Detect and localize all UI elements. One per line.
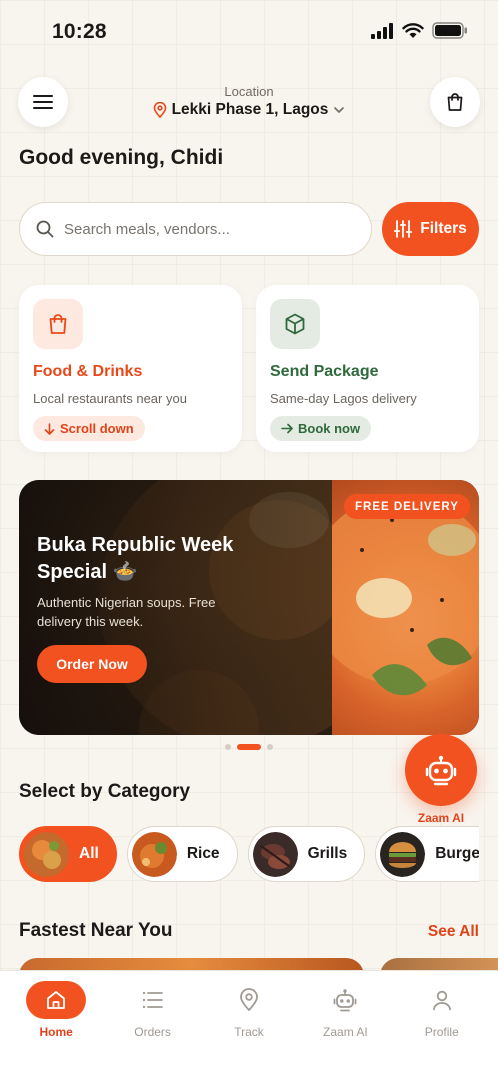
book-now-pill[interactable]: Book now	[270, 416, 372, 441]
filters-button[interactable]: Filters	[382, 202, 479, 256]
sliders-icon	[394, 220, 413, 238]
see-all-link[interactable]: See All	[428, 923, 479, 941]
category-section-title: Select by Category	[19, 781, 191, 802]
free-delivery-badge: FREE DELIVERY	[344, 494, 470, 519]
search-bar[interactable]	[19, 202, 372, 256]
category-chip-label: Burgers	[435, 845, 479, 862]
cart-button[interactable]	[430, 77, 480, 127]
burgers-category-image	[380, 831, 426, 877]
food-card-title: Food & Drinks	[33, 363, 143, 380]
home-icon	[47, 991, 66, 1009]
status-time: 10:28	[52, 20, 107, 43]
carousel-dot[interactable]	[225, 744, 231, 750]
category-chip-all[interactable]: All	[19, 826, 117, 882]
package-card-title: Send Package	[270, 363, 379, 380]
robot-icon	[333, 989, 357, 1012]
nav-profile[interactable]: Profile	[399, 981, 485, 1080]
send-package-card[interactable]: Send Package Same-day Lagos delivery Boo…	[256, 285, 479, 452]
package-icon-tile	[270, 299, 320, 349]
greeting: Good evening, Chidi	[19, 146, 224, 169]
scroll-down-pill[interactable]: Scroll down	[33, 416, 145, 441]
nav-track[interactable]: Track	[206, 981, 292, 1080]
nav-zaam-ai[interactable]: Zaam AI	[302, 981, 388, 1080]
order-now-button[interactable]: Order Now	[37, 645, 147, 683]
nav-label: Profile	[424, 1025, 459, 1039]
shopping-bag-icon	[49, 314, 67, 334]
nav-icon-wrap	[123, 981, 183, 1019]
status-icons	[370, 22, 468, 39]
carousel-dot-active[interactable]	[237, 744, 261, 750]
category-chips: All Rice Grills Burgers	[19, 826, 479, 886]
zaam-ai-label: Zaam AI	[417, 811, 465, 825]
nav-icon-wrap	[26, 981, 87, 1019]
all-category-image	[24, 831, 69, 877]
category-chip-grills[interactable]: Grills	[247, 826, 366, 882]
banner-title: Buka Republic Week Special 🍲	[37, 534, 234, 583]
promo-banner[interactable]: Buka Republic Week Special 🍲 Authentic N…	[19, 480, 479, 735]
nav-label: Orders	[134, 1025, 171, 1039]
arrow-down-icon	[44, 422, 55, 435]
grills-category-image	[252, 831, 298, 877]
shopping-bag-icon	[447, 93, 463, 111]
food-card-subtitle: Local restaurants near you	[33, 391, 187, 406]
nav-icon-wrap	[412, 981, 472, 1019]
package-icon	[285, 313, 305, 335]
user-icon	[432, 990, 451, 1011]
nav-icon-wrap	[315, 981, 375, 1019]
robot-icon	[425, 755, 457, 786]
category-chip-burgers[interactable]: Burgers	[375, 826, 479, 882]
package-card-subtitle: Same-day Lagos delivery	[270, 391, 417, 406]
search-input[interactable]	[64, 220, 344, 238]
arrow-right-icon	[281, 423, 293, 434]
nav-orders[interactable]: Orders	[110, 981, 196, 1080]
fastest-section-title: Fastest Near You	[19, 920, 173, 941]
nav-label: Home	[39, 1025, 73, 1039]
chevron-down-icon	[334, 107, 345, 114]
food-drinks-card[interactable]: Food & Drinks Local restaurants near you…	[19, 285, 242, 452]
map-pin-icon	[240, 988, 258, 1012]
location-value: Lekki Phase 1, Lagos	[171, 101, 329, 118]
search-icon	[36, 220, 54, 238]
food-icon-tile	[33, 299, 83, 349]
signal-icon	[371, 22, 393, 39]
nav-home[interactable]: Home	[13, 981, 99, 1080]
banner-description: Authentic Nigerian soups. Free delivery …	[37, 595, 216, 629]
nav-label: Zaam AI	[323, 1025, 368, 1039]
rice-category-image	[131, 831, 177, 877]
book-now-label: Book now	[298, 421, 361, 436]
category-chip-rice[interactable]: Rice	[126, 826, 238, 882]
nav-label: Track	[234, 1025, 264, 1039]
wifi-icon	[402, 22, 424, 38]
scroll-down-label: Scroll down	[60, 421, 134, 436]
carousel-dot[interactable]	[267, 744, 273, 750]
bottom-nav: Home Orders Track Zaam AI Profile	[0, 970, 498, 1080]
battery-icon	[432, 22, 467, 39]
nav-icon-wrap	[219, 981, 279, 1019]
category-chip-label: All	[79, 845, 99, 862]
location-label: Location	[224, 84, 274, 99]
zaam-ai-fab[interactable]	[405, 734, 477, 806]
category-chip-label: Rice	[186, 845, 220, 862]
map-pin-icon	[153, 102, 166, 118]
category-chip-label: Grills	[307, 845, 348, 862]
list-icon	[142, 991, 163, 1009]
location-selector[interactable]: Lekki Phase 1, Lagos	[0, 101, 498, 119]
filters-label: Filters	[420, 220, 467, 237]
